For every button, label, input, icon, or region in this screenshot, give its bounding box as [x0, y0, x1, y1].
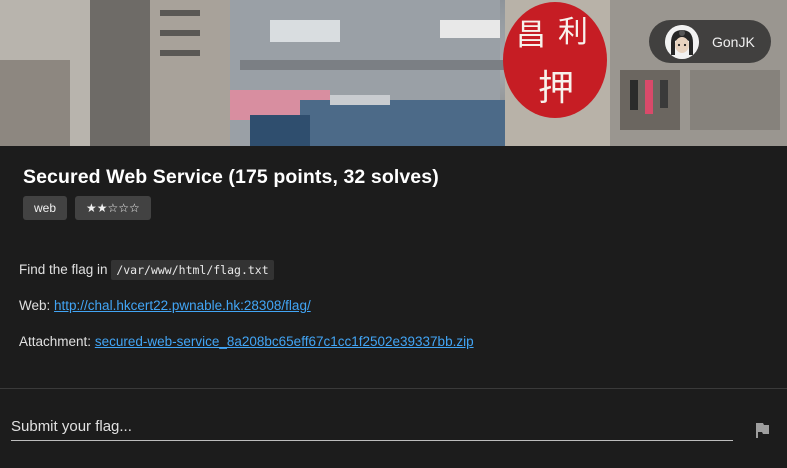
sign-char-3: 押: [538, 68, 574, 109]
flag-location-line: Find the flag in /var/www/html/flag.txt: [19, 260, 274, 280]
attachment-link[interactable]: secured-web-service_8a208bc65eff67c1cc1f…: [95, 334, 474, 349]
tag-difficulty: ★★☆☆☆: [75, 196, 151, 220]
user-chip[interactable]: GonJK: [649, 20, 771, 63]
flag-path-code: /var/www/html/flag.txt: [111, 260, 274, 280]
sign-char-1: 昌: [516, 18, 546, 53]
web-label: Web:: [19, 298, 51, 313]
attachment-label: Attachment:: [19, 334, 92, 349]
submit-flag-button[interactable]: [750, 418, 774, 442]
challenge-tags: web ★★☆☆☆: [23, 196, 151, 220]
flag-input[interactable]: [11, 412, 733, 441]
flag-location-text: Find the flag in: [19, 262, 108, 277]
tag-category: web: [23, 196, 68, 220]
avatar: [665, 24, 699, 59]
web-link[interactable]: http://chal.hkcert22.pwnable.hk:28308/fl…: [54, 298, 311, 313]
divider: [0, 388, 787, 389]
web-line: Web: http://chal.hkcert22.pwnable.hk:283…: [19, 298, 311, 313]
user-name: GonJK: [712, 33, 755, 50]
challenge-title: Secured Web Service (175 points, 32 solv…: [23, 166, 439, 188]
sign-char-2: 利: [558, 15, 588, 50]
attachment-line: Attachment: secured-web-service_8a208bc6…: [19, 334, 474, 349]
flag-icon: [756, 423, 769, 438]
